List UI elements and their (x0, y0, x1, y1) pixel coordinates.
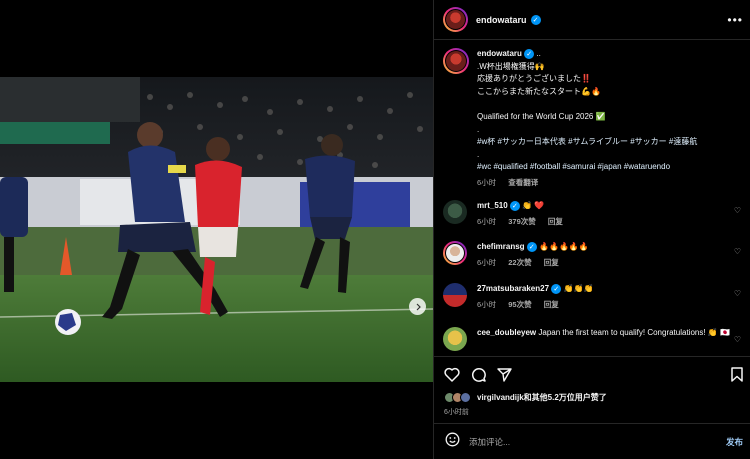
comment-likes[interactable]: 22次赞 (508, 258, 531, 267)
caption-line: . (477, 149, 480, 159)
next-image-button[interactable] (409, 298, 426, 315)
likes-summary[interactable]: virgilvandijk和其他5.2万位用户赞了 (444, 392, 607, 403)
commenter-avatar[interactable] (443, 327, 467, 351)
comment-time: 6小时 (477, 299, 497, 309)
caption-line (477, 98, 745, 111)
caption-username[interactable]: endowataru (477, 49, 522, 58)
comment-time: 6小时 (477, 257, 497, 267)
comment-username[interactable]: chefimransg (477, 242, 525, 251)
commenter-avatar[interactable] (443, 200, 467, 224)
caption-line: .W杯出場権獲得🙌 (477, 61, 545, 71)
heart-icon[interactable]: ♡ (734, 247, 741, 256)
author-username[interactable]: endowataru (476, 15, 527, 25)
post-side-panel: endowataru ✓ ••• endowataru ✓ .. .W杯出場権獲… (433, 0, 750, 459)
post-photo[interactable] (0, 77, 433, 382)
comment-icon[interactable] (471, 367, 486, 387)
commenter-avatar[interactable] (443, 283, 467, 307)
caption-line: ここからまた新たなスタート💪🔥 (477, 86, 601, 96)
heart-icon[interactable]: ♡ (734, 206, 741, 215)
verified-icon: ✓ (509, 200, 520, 211)
caption-avatar[interactable] (443, 48, 469, 74)
verified-icon: ✓ (526, 241, 537, 252)
comment-text: 👏 ❤️ (522, 201, 545, 210)
comment-username[interactable]: mrt_510 (477, 201, 508, 210)
caption-line: Qualified for the World Cup 2026 ✅ (477, 111, 606, 121)
heart-icon[interactable]: ♡ (734, 335, 741, 344)
comments-list: endowataru ✓ .. .W杯出場権獲得🙌 応援ありがとうございました‼… (434, 40, 750, 356)
bookmark-icon[interactable] (731, 367, 743, 387)
caption-hashtags[interactable]: #w杯 #サッカー日本代表 #サムライブルー #サッカー #遠藤航 (477, 136, 745, 149)
caption: endowataru ✓ .. .W杯出場権獲得🙌 応援ありがとうございました‼… (443, 48, 745, 190)
caption-time: 6小时 (477, 177, 497, 187)
comment-text: 👏👏👏 (563, 284, 594, 293)
verified-icon: ✓ (551, 283, 562, 294)
more-icon[interactable]: ••• (727, 13, 743, 27)
comment-item: cee_doubleyew Japan the first team to qu… (443, 327, 745, 351)
likes-text: virgilvandijk和其他5.2万位用户赞了 (477, 393, 607, 402)
post-actions: virgilvandijk和其他5.2万位用户赞了 6小时前 (434, 356, 750, 421)
caption-line: 応援ありがとうございました‼️ (477, 74, 591, 84)
comment-bar: 发布 (434, 423, 750, 459)
heart-icon[interactable] (444, 367, 460, 387)
commenter-avatar[interactable] (443, 241, 467, 265)
comment-text: Japan the first team to qualify! Congrat… (538, 328, 730, 337)
comment-username[interactable]: 27matsubaraken27 (477, 284, 549, 293)
comment-text: 🔥🔥🔥🔥🔥 (539, 242, 589, 251)
caption-hashtags[interactable]: #wc #qualified #football #samurai #japan… (477, 161, 745, 174)
reply-button[interactable]: 回复 (544, 300, 559, 309)
chevron-right-icon (414, 303, 422, 311)
verified-icon: ✓ (524, 48, 535, 59)
comment-likes[interactable]: 379次赞 (508, 217, 536, 226)
comment-username[interactable]: cee_doubleyew (477, 328, 536, 337)
share-icon[interactable] (497, 367, 512, 387)
post-header: endowataru ✓ ••• (434, 0, 750, 40)
comment-item: 27matsubaraken27 ✓ 👏👏👏 6小时 95次赞 回复 ♡ (443, 283, 745, 311)
heart-icon[interactable]: ♡ (734, 289, 741, 298)
reply-button[interactable]: 回复 (544, 258, 559, 267)
author-avatar[interactable] (443, 7, 468, 32)
translate-button[interactable]: 查看翻译 (508, 178, 538, 187)
comment-item: chefimransg ✓ 🔥🔥🔥🔥🔥 6小时 22次赞 回复 ♡ (443, 241, 745, 269)
comment-input[interactable] (469, 436, 726, 447)
reply-button[interactable]: 回复 (548, 217, 563, 226)
post-media (0, 0, 433, 459)
emoji-icon[interactable] (445, 432, 460, 452)
caption-suffix: .. (536, 49, 541, 58)
caption-line: . (477, 124, 480, 134)
comment-item: mrt_510 ✓ 👏 ❤️ 6小时 379次赞 回复 ♡ (443, 200, 745, 228)
post-time: 6小时前 (444, 409, 469, 416)
post-comment-button[interactable]: 发布 (726, 436, 743, 448)
liker-avatar (460, 392, 471, 403)
verified-icon: ✓ (530, 14, 541, 25)
comment-likes[interactable]: 95次赞 (508, 300, 531, 309)
comment-time: 6小时 (477, 216, 497, 226)
